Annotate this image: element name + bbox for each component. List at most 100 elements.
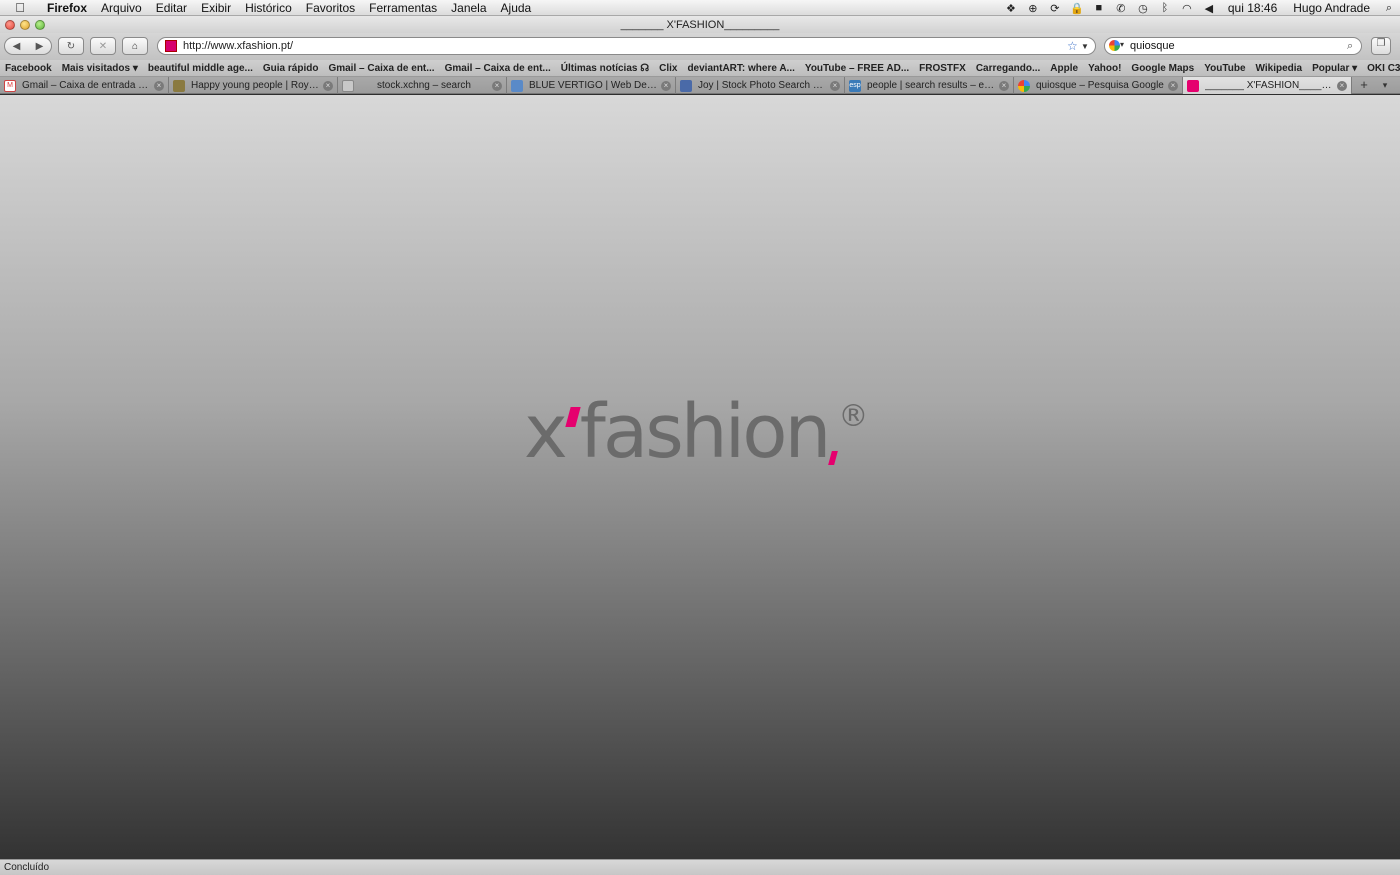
blank-page-icon <box>342 79 354 92</box>
bookmark-item[interactable]: Apple <box>1045 63 1083 74</box>
bookmark-item[interactable]: Gmail – Caixa de ent... <box>323 63 439 74</box>
gmail-icon: M <box>4 79 16 92</box>
tab-close-icon[interactable]: × <box>999 80 1009 91</box>
menu-ferramentas[interactable]: Ferramentas <box>362 1 444 15</box>
window-titlebar: _______ X'FASHION_________ <box>0 16 1400 33</box>
menu-favoritos[interactable]: Favoritos <box>299 1 362 15</box>
spotlight-icon[interactable]: ⌕ <box>1378 2 1400 15</box>
menubar-user[interactable]: Hugo Andrade <box>1285 1 1378 15</box>
bookmark-item[interactable]: beautiful middle age... <box>143 63 258 74</box>
window-title: _______ X'FASHION_________ <box>620 18 780 31</box>
logo-registered-mark: ® <box>838 399 869 434</box>
bookmark-item[interactable]: Mais visitados ▾ <box>57 63 143 74</box>
status-bar: Concluído <box>0 859 1400 875</box>
bookmark-item[interactable]: Google Maps <box>1126 63 1199 74</box>
tab-close-icon[interactable]: × <box>323 80 333 91</box>
menu-ajuda[interactable]: Ajuda <box>494 1 539 15</box>
bookmark-item[interactable]: FROSTFX <box>914 63 971 74</box>
bookmark-item[interactable]: Facebook <box>0 63 57 74</box>
bookmark-item[interactable]: Carregando... <box>971 63 1045 74</box>
phone-icon[interactable]: ✆ <box>1110 2 1132 15</box>
tab-close-icon[interactable]: × <box>154 80 164 91</box>
tab-strip: M Gmail – Caixa de entrada (4... × Happy… <box>0 77 1400 94</box>
url-text[interactable]: http://www.xfashion.pt/ <box>183 40 1067 52</box>
bookmark-item[interactable]: Clix <box>654 63 682 74</box>
back-forward-buttons: ◀ ▶ <box>4 37 52 55</box>
tab[interactable]: esp people | search results – ev... × <box>845 77 1014 94</box>
url-bar[interactable]: http://www.xfashion.pt/ ☆ ▼ <box>157 37 1096 55</box>
forward-button[interactable]: ▶ <box>28 41 51 52</box>
home-button[interactable]: ⌂ <box>122 37 148 55</box>
search-icon[interactable]: ⌕ <box>1347 40 1361 53</box>
menu-historico[interactable]: Histórico <box>238 1 299 15</box>
tab-title: people | search results – ev... <box>867 80 995 91</box>
wifi-icon[interactable]: ◠ <box>1176 2 1198 15</box>
status-text: Concluído <box>4 862 50 873</box>
tab-close-icon[interactable]: × <box>830 80 840 91</box>
menu-arquivo[interactable]: Arquivo <box>94 1 149 15</box>
tab[interactable]: stock.xchng – search × <box>338 77 507 94</box>
tab-title: BLUE VERTIGO | Web Design... <box>529 80 657 91</box>
dropbox-icon[interactable]: ❖ <box>1000 2 1022 15</box>
accessibility-icon[interactable]: ⊕ <box>1022 2 1044 15</box>
navigation-toolbar: ◀ ▶ ↻ ✕ ⌂ http://www.xfashion.pt/ ☆ ▼ qu… <box>0 33 1400 60</box>
tab-close-icon[interactable]: × <box>1168 80 1178 91</box>
menu-firefox[interactable]: Firefox <box>40 1 94 15</box>
time-machine-icon[interactable]: ◷ <box>1132 2 1154 15</box>
site-favicon <box>165 40 177 52</box>
stop-button[interactable]: ✕ <box>90 37 116 55</box>
volume-icon[interactable]: ◀ <box>1198 2 1220 15</box>
bookmark-item[interactable]: Gmail – Caixa de ent... <box>440 63 556 74</box>
menu-janela[interactable]: Janela <box>444 1 493 15</box>
list-all-tabs-button[interactable]: ▾ <box>1376 77 1394 94</box>
back-button[interactable]: ◀ <box>5 41 28 52</box>
bluetooth-icon[interactable]: ᛒ <box>1154 2 1176 14</box>
bookmark-item[interactable]: Wikipedia <box>1251 63 1308 74</box>
google-icon <box>1018 79 1030 92</box>
logo-x: x <box>524 389 568 475</box>
logo-accent-dot <box>828 451 839 465</box>
logo-accent-mark <box>565 407 581 427</box>
bookmark-item[interactable]: deviantART: where A... <box>682 63 799 74</box>
bookmark-item[interactable]: OKI C3200n Printer ... <box>1362 63 1400 74</box>
tab[interactable]: quiosque – Pesquisa Google × <box>1014 77 1183 94</box>
sync-icon[interactable]: ⟳ <box>1044 2 1066 15</box>
bookmark-item[interactable]: Últimas notícias ☊ <box>556 63 654 74</box>
stockphoto-icon <box>680 79 692 92</box>
bookmark-star-icon[interactable]: ☆ <box>1067 39 1081 53</box>
tab-close-icon[interactable]: × <box>492 80 502 91</box>
logo-fashion: fashion <box>579 389 832 475</box>
url-history-dropdown-icon[interactable]: ▼ <box>1081 42 1095 51</box>
tab[interactable]: Happy young people | Royal... × <box>169 77 338 94</box>
window-toggle-button[interactable]: ❐ <box>1371 37 1391 55</box>
bookmark-item[interactable]: Guia rápido <box>258 63 324 74</box>
app-icon[interactable]: ■ <box>1088 2 1110 14</box>
tab[interactable]: Joy | Stock Photo Search – s... × <box>676 77 845 94</box>
search-bar[interactable]: quiosque ⌕ <box>1104 37 1362 55</box>
bluevertigo-icon <box>511 79 523 92</box>
reload-button[interactable]: ↻ <box>58 37 84 55</box>
new-tab-button[interactable]: + <box>1352 77 1376 94</box>
tab-close-icon[interactable]: × <box>1337 80 1347 91</box>
bookmark-item[interactable]: YouTube – FREE AD... <box>800 63 914 74</box>
search-input[interactable]: quiosque <box>1130 40 1347 52</box>
apple-icon[interactable]:  <box>0 0 40 15</box>
tab-title: _______ X'FASHION_________ <box>1205 80 1333 91</box>
menu-editar[interactable]: Editar <box>149 1 194 15</box>
page-content: x fashion ® <box>0 95 1400 859</box>
tab-title: Happy young people | Royal... <box>191 80 319 91</box>
lock-icon[interactable]: 🔒 <box>1066 2 1088 15</box>
menu-exibir[interactable]: Exibir <box>194 1 238 15</box>
tab[interactable]: M Gmail – Caixa de entrada (4... × <box>0 77 169 94</box>
tab-active[interactable]: _______ X'FASHION_________ × <box>1183 77 1352 94</box>
esp-icon: esp <box>849 79 861 92</box>
tab[interactable]: BLUE VERTIGO | Web Design... × <box>507 77 676 94</box>
xfashion-logo[interactable]: x fashion ® <box>524 387 868 477</box>
bookmark-item[interactable]: Popular ▾ <box>1307 63 1362 74</box>
menubar-clock[interactable]: qui 18:46 <box>1220 1 1285 15</box>
bookmark-item[interactable]: Yahoo! <box>1083 63 1126 74</box>
google-search-engine-icon[interactable] <box>1108 40 1126 52</box>
tab-close-icon[interactable]: × <box>661 80 671 91</box>
mac-menubar:  Firefox Arquivo Editar Exibir Históric… <box>0 0 1400 16</box>
bookmark-item[interactable]: YouTube <box>1199 63 1250 74</box>
